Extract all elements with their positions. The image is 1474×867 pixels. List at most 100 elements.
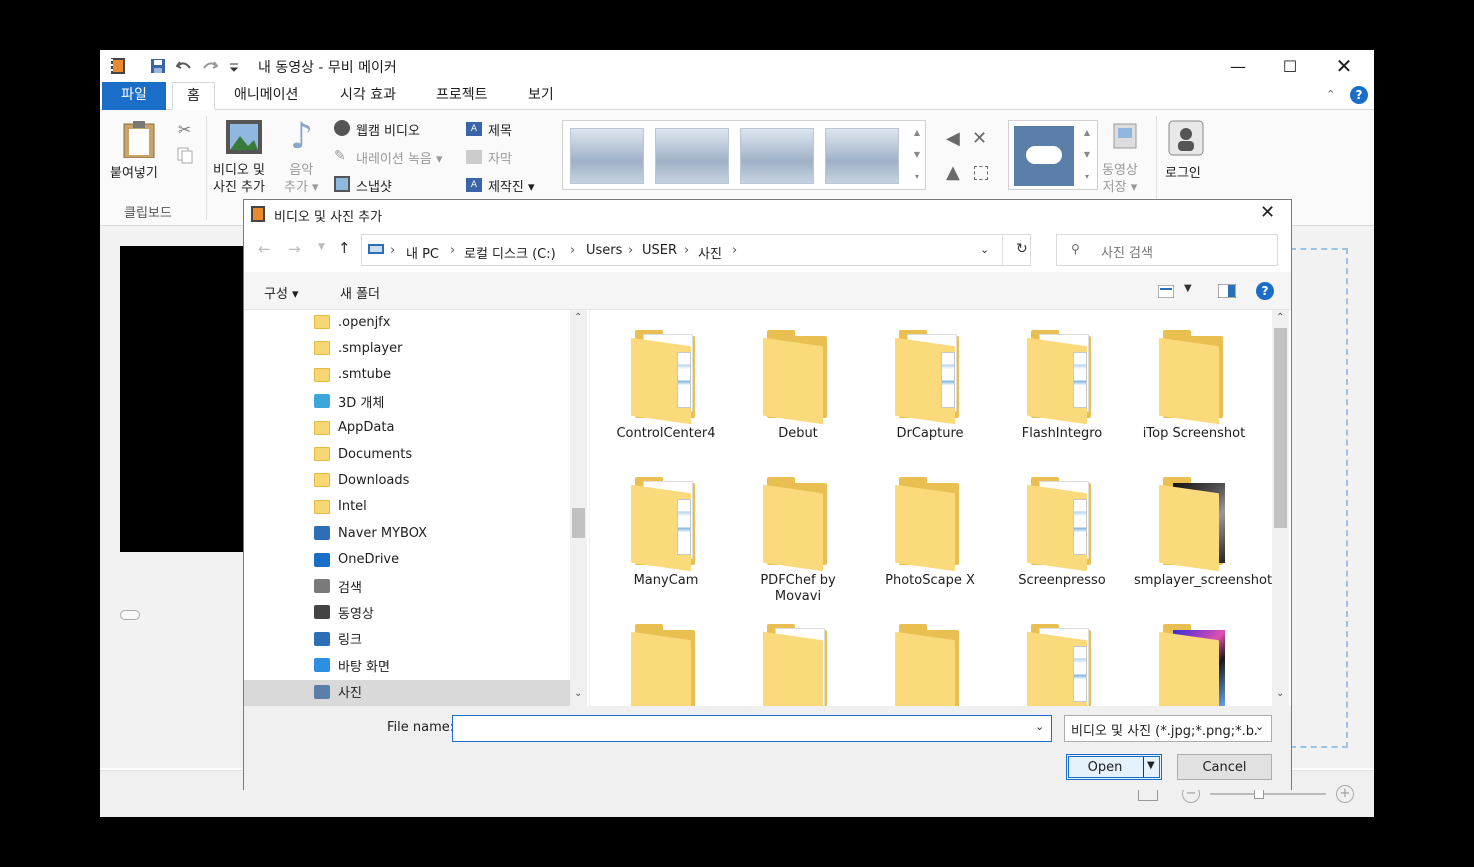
nav-item[interactable]: Documents (314, 442, 412, 466)
copy-icon[interactable] (176, 146, 194, 164)
rotate-right-icon[interactable]: ▲ (946, 162, 960, 183)
tab-view[interactable]: 보기 (514, 82, 568, 110)
redo-icon[interactable] (202, 58, 218, 74)
paste-icon[interactable] (122, 120, 156, 158)
gallery-scroll[interactable]: ▲ ▼ ▾ (910, 122, 924, 188)
folder-item[interactable]: iTop Screenshot (1134, 328, 1254, 442)
nav-item[interactable]: 사진 (314, 680, 362, 704)
quick-access-dropdown-icon[interactable] (228, 58, 244, 74)
seek-slider[interactable] (120, 610, 140, 620)
nav-item[interactable]: .openjfx (314, 310, 390, 334)
tab-project[interactable]: 프로젝트 (422, 82, 502, 110)
nav-item[interactable]: 동영상 (314, 600, 374, 624)
caption-button[interactable]: 자막 (488, 148, 512, 167)
rotate-left-icon[interactable]: ◀ (946, 128, 960, 149)
recent-locations-icon[interactable]: ▼ (318, 242, 325, 252)
snapshot-button[interactable]: 스냅샷 (356, 176, 392, 195)
breadcrumb-separator[interactable]: › (390, 243, 395, 258)
zoom-slider[interactable] (1210, 793, 1326, 795)
preview-pane-icon[interactable] (1218, 284, 1236, 298)
breadcrumb-item[interactable]: 사진 (698, 243, 722, 262)
storyboard-area[interactable] (1290, 248, 1348, 748)
add-video-photo-button[interactable]: 비디오 및 사진 추가 (213, 162, 265, 196)
file-scrollbar[interactable]: ⌃ ⌄ (1272, 310, 1289, 706)
scroll-down-icon[interactable]: ⌄ (574, 688, 582, 699)
nav-item[interactable]: Naver MYBOX (314, 521, 427, 545)
breadcrumb-item[interactable]: 로컬 디스크 (C:) (464, 243, 556, 262)
folder-item[interactable]: ManyCam (606, 475, 726, 589)
maximize-button[interactable]: ☐ (1264, 50, 1316, 82)
open-dropdown-icon[interactable]: ▼ (1147, 760, 1155, 771)
remove-icon[interactable]: ✕ (972, 128, 987, 149)
close-button[interactable]: ✕ (1318, 50, 1370, 82)
add-music-button[interactable]: 음악 추가 ▾ (284, 162, 319, 196)
tab-visual-effects[interactable]: 시각 효과 (326, 82, 410, 110)
breadcrumb-separator[interactable]: › (570, 243, 575, 258)
zoom-in-icon[interactable]: + (1336, 785, 1354, 803)
folder-item[interactable]: ControlCenter4 (606, 328, 726, 442)
nav-item[interactable]: 링크 (314, 627, 362, 651)
record-narration-button[interactable]: 내레이션 녹음 ▾ (356, 148, 443, 167)
breadcrumb-separator[interactable]: › (732, 243, 737, 258)
theme-item[interactable] (655, 128, 729, 184)
address-bar[interactable]: › 내 PC › 로컬 디스크 (C:) › Users › USER › 사진… (361, 234, 1031, 266)
breadcrumb-item[interactable]: Users (586, 243, 622, 258)
paste-button[interactable]: 붙여넣기 (110, 162, 158, 181)
tab-home[interactable]: 홈 (172, 82, 215, 110)
nav-item[interactable]: 검색 (314, 574, 362, 598)
breadcrumb-item[interactable]: USER (642, 243, 677, 258)
address-dropdown-icon[interactable]: ⌄ (980, 243, 989, 256)
scroll-up-icon[interactable]: ⌃ (574, 312, 582, 323)
back-arrow-icon[interactable]: ← (258, 240, 271, 258)
theme-item[interactable] (740, 128, 814, 184)
scroll-down-icon[interactable]: ⌄ (1276, 688, 1284, 699)
folder-item[interactable]: Screenpresso (1002, 475, 1122, 589)
save-movie-icon[interactable] (1112, 122, 1140, 152)
folder-item[interactable]: VueScan (738, 622, 858, 706)
view-options-icon[interactable] (1158, 285, 1174, 298)
file-scroll-thumb[interactable] (1274, 328, 1287, 528)
cancel-button[interactable]: Cancel (1177, 754, 1272, 780)
tab-animations[interactable]: 애니메이션 (220, 82, 312, 110)
new-folder-button[interactable]: 새 폴더 (340, 283, 380, 302)
file-name-dropdown-icon[interactable]: ⌄ (1035, 720, 1044, 733)
music-note-icon[interactable]: ♪ (290, 116, 313, 157)
user-icon[interactable] (1168, 120, 1204, 156)
nav-item[interactable]: .smplayer (314, 336, 402, 360)
folder-item[interactable]: XSplit (1002, 622, 1122, 706)
forward-arrow-icon[interactable]: → (288, 240, 301, 258)
folder-item[interactable]: smplayer_screenshots (1134, 475, 1279, 589)
theme-item[interactable] (825, 128, 899, 184)
organize-button[interactable]: 구성 ▾ (264, 283, 299, 302)
title-button[interactable]: 제목 (488, 120, 512, 139)
folder-item[interactable]: 비디오 프로젝트 (1134, 622, 1254, 706)
tab-file[interactable]: 파일 (102, 82, 166, 110)
nav-item[interactable]: AppData (314, 416, 394, 440)
help-icon[interactable]: ? (1256, 282, 1274, 300)
folder-item[interactable]: DrCapture (870, 328, 990, 442)
breadcrumb-separator[interactable]: › (684, 243, 689, 258)
help-icon[interactable]: ? (1350, 86, 1368, 104)
nav-item[interactable]: 3D 개체 (314, 389, 384, 413)
cut-icon[interactable]: ✂ (178, 120, 191, 139)
refresh-icon[interactable]: ↻ (1016, 241, 1028, 257)
search-box[interactable]: ⚲ 사진 검색 (1056, 234, 1278, 266)
scroll-up-icon[interactable]: ⌃ (1276, 312, 1284, 323)
breadcrumb-separator[interactable]: › (628, 243, 633, 258)
nav-item[interactable]: OneDrive (314, 548, 399, 572)
dialog-close-button[interactable]: ✕ (1260, 202, 1275, 223)
collapse-ribbon-icon[interactable]: ⌃ (1326, 88, 1335, 101)
folder-item[interactable]: Debut (738, 328, 858, 442)
credits-button[interactable]: 제작진 ▾ (488, 176, 535, 195)
folder-item[interactable]: TradeSign (606, 622, 726, 706)
onedrive-share-icon[interactable] (1014, 126, 1074, 186)
theme-item[interactable] (570, 128, 644, 184)
nav-scroll-thumb[interactable] (572, 508, 585, 538)
nav-item[interactable]: 바탕 화면 (314, 653, 390, 677)
save-icon[interactable] (150, 58, 166, 74)
nav-item[interactable]: .smtube (314, 363, 391, 387)
select-all-icon[interactable] (974, 166, 988, 180)
sign-in-button[interactable]: 로그인 (1165, 162, 1201, 181)
folder-item[interactable]: PhotoScape X (870, 475, 990, 589)
nav-scrollbar[interactable]: ⌃ ⌄ (570, 310, 587, 706)
